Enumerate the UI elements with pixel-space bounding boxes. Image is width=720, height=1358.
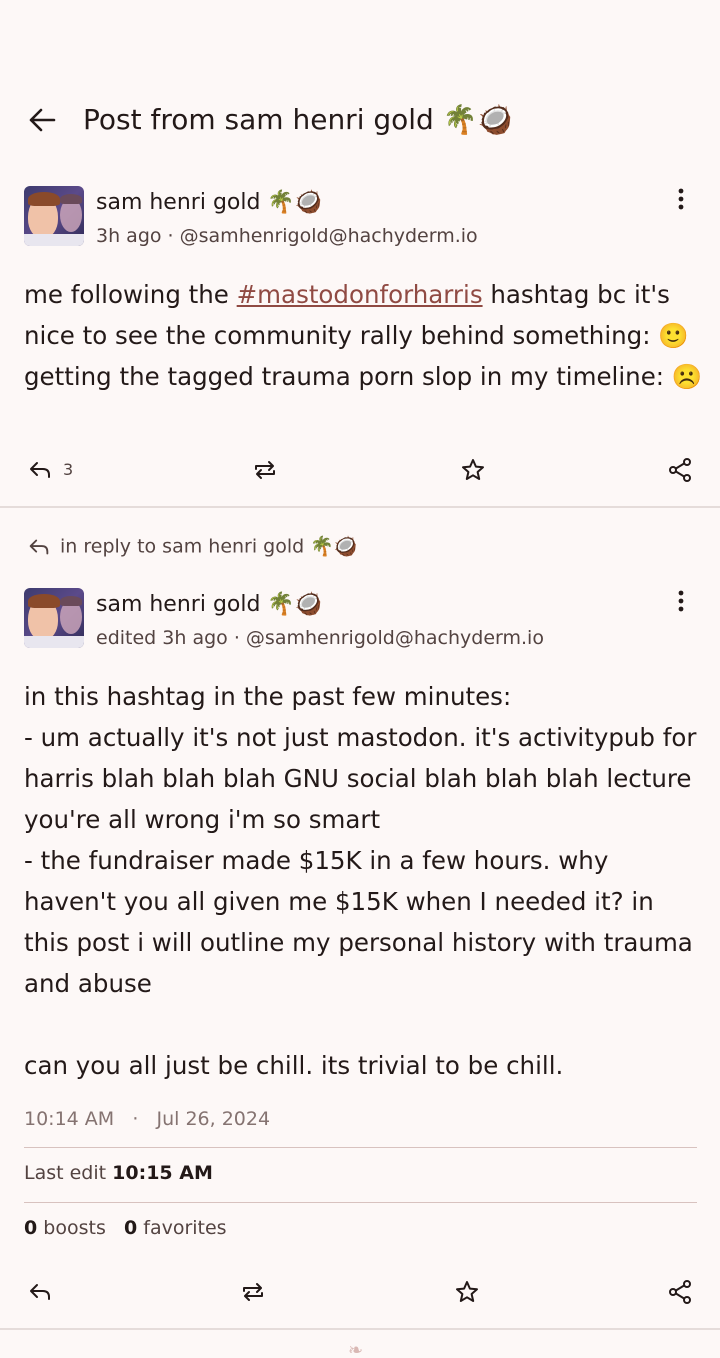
reply-icon — [29, 539, 49, 555]
more-vertical-icon — [678, 188, 684, 210]
reply-icon — [30, 462, 50, 478]
repeat-icon — [255, 461, 275, 479]
post-meta: edited 3h ago · @samhenrigold@hachyderm.… — [96, 625, 544, 651]
post-content: in this hashtag in the past few minutes:… — [24, 682, 697, 1080]
author-handle[interactable]: @samhenrigold@hachyderm.io — [180, 225, 478, 247]
page-title: Post from sam henri gold 🌴🥥 — [83, 103, 513, 136]
post-actions — [0, 1274, 720, 1314]
share-icon — [669, 1280, 691, 1304]
more-vertical-icon — [678, 590, 684, 612]
boosts-stat[interactable]: 0 boosts — [24, 1217, 106, 1239]
divider — [24, 1202, 697, 1203]
reply-button[interactable] — [26, 456, 58, 488]
post-timestamp: 10:14 AM · Jul 26, 2024 — [24, 1108, 270, 1130]
post-actions: 3 — [0, 452, 720, 492]
author-name[interactable]: sam henri gold 🌴🥥 — [96, 189, 322, 217]
post-content: me following the #mastodonforharris hash… — [24, 274, 704, 397]
post-time: 3h ago — [96, 225, 162, 247]
boosts-label: boosts — [43, 1217, 106, 1239]
arrow-left-icon — [29, 108, 56, 132]
star-icon — [456, 1281, 478, 1302]
favorites-count: 0 — [123, 1217, 138, 1239]
share-icon — [669, 458, 691, 482]
reply-icon — [30, 1284, 50, 1300]
post-time: edited 3h ago — [96, 627, 228, 649]
avatar[interactable] — [24, 588, 84, 648]
in-reply-to-label: in reply to sam henri gold 🌴🥥 — [60, 535, 358, 558]
repeat-icon — [243, 1283, 263, 1301]
more-options-button[interactable] — [666, 184, 696, 214]
reply-count: 3 — [63, 460, 74, 479]
post-stats: 0 boosts 0 favorites — [24, 1217, 227, 1239]
divider — [0, 506, 720, 508]
post-time: 10:14 AM — [24, 1108, 115, 1130]
meta-separator: · — [120, 1108, 151, 1130]
meta-separator: · — [167, 225, 180, 247]
meta-separator: · — [233, 627, 246, 649]
divider — [24, 1147, 697, 1148]
share-button[interactable] — [666, 456, 698, 488]
post-meta: 3h ago · @samhenrigold@hachyderm.io — [96, 223, 478, 249]
avatar[interactable] — [24, 186, 84, 246]
post-text: me following the — [24, 280, 237, 309]
author-name[interactable]: sam henri gold 🌴🥥 — [96, 591, 322, 619]
favorites-stat[interactable]: 0 favorites — [124, 1217, 227, 1239]
last-edit-label: Last edit — [24, 1162, 107, 1184]
reply-button[interactable] — [26, 1278, 58, 1310]
favorite-button[interactable] — [459, 456, 491, 488]
boosts-count: 0 — [24, 1217, 38, 1239]
post-date: Jul 26, 2024 — [156, 1108, 271, 1130]
hashtag-link[interactable]: #mastodonforharris — [237, 280, 483, 309]
last-edit-time: 10:15 AM — [112, 1162, 213, 1184]
favorites-label: favorites — [143, 1217, 227, 1239]
end-of-thread-icon: ❧ — [348, 1340, 364, 1358]
star-icon — [462, 459, 484, 480]
share-button[interactable] — [666, 1278, 698, 1310]
divider — [0, 1328, 720, 1330]
boost-button[interactable] — [251, 456, 283, 488]
author-handle[interactable]: @samhenrigold@hachyderm.io — [246, 627, 544, 649]
favorite-button[interactable] — [453, 1278, 485, 1310]
top-app-bar: Post from sam henri gold 🌴🥥 — [0, 90, 720, 150]
more-options-button[interactable] — [666, 586, 696, 616]
boost-button[interactable] — [239, 1278, 271, 1310]
last-edit[interactable]: Last edit 10:15 AM — [24, 1162, 213, 1184]
in-reply-to[interactable]: in reply to sam henri gold 🌴🥥 — [26, 534, 358, 564]
back-button[interactable] — [22, 100, 62, 140]
